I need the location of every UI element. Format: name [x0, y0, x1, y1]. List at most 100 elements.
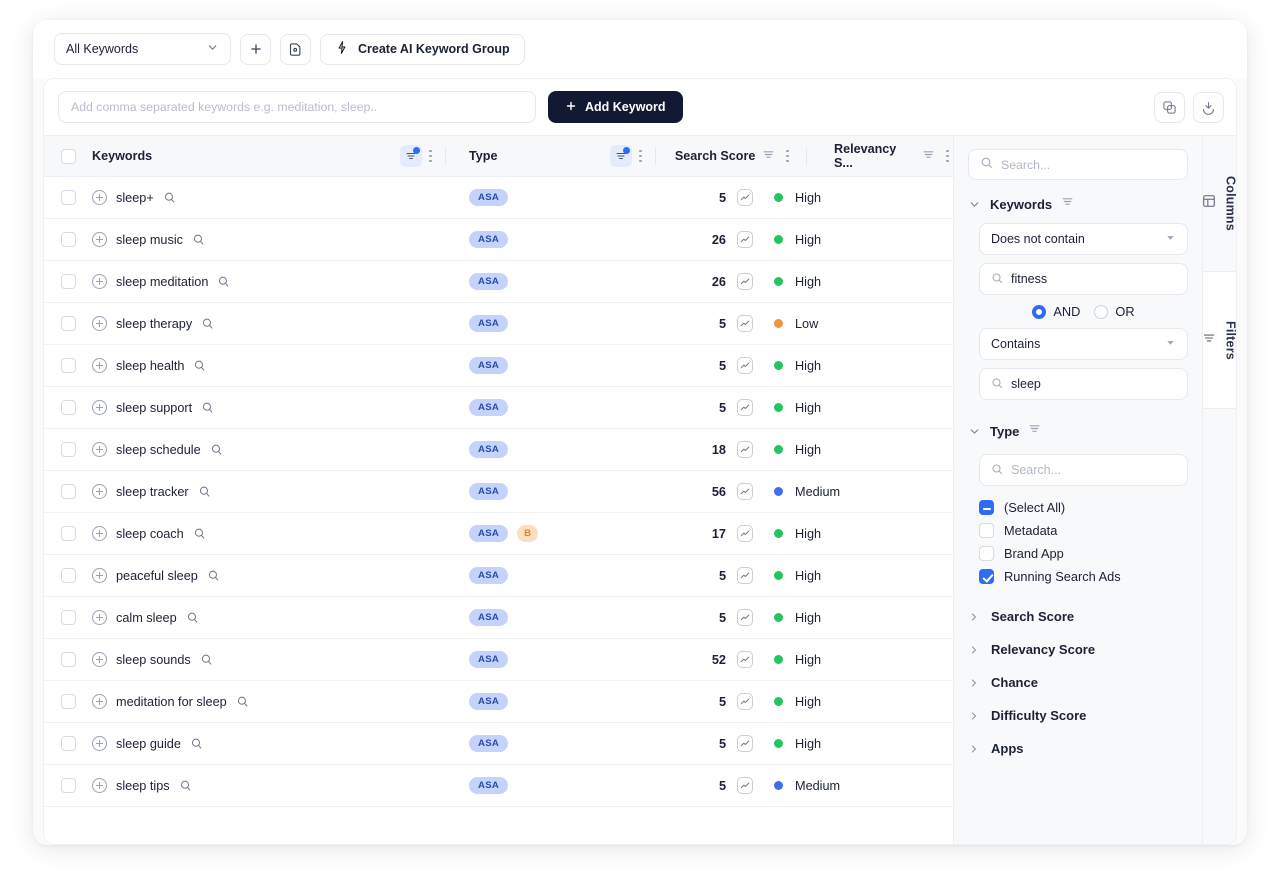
keyword-condition-1-select[interactable]: Does not contain — [979, 223, 1188, 255]
type-option-checkbox[interactable] — [979, 523, 994, 538]
trend-chart-icon[interactable] — [737, 231, 753, 248]
search-icon[interactable] — [217, 275, 230, 288]
trend-chart-icon[interactable] — [737, 609, 753, 626]
type-column-menu[interactable] — [635, 147, 646, 166]
trend-chart-icon[interactable] — [737, 273, 753, 290]
search-icon[interactable] — [207, 569, 220, 582]
filters-search-input[interactable] — [1001, 157, 1176, 172]
keyword-value-1-input[interactable]: fitness — [979, 263, 1188, 295]
type-section-filter-icon[interactable] — [1028, 422, 1041, 440]
collapsed-filter-section[interactable]: Difficulty Score — [954, 699, 1202, 732]
row-select-checkbox[interactable] — [60, 694, 76, 709]
select-all-rows-checkbox[interactable] — [60, 148, 76, 164]
export-icon-button[interactable] — [1193, 91, 1224, 123]
duplicate-icon-button[interactable] — [1154, 91, 1185, 123]
table-row[interactable]: sleep music ASA 26 High — [44, 219, 953, 261]
column-header-search-score[interactable]: Search Score — [675, 149, 756, 163]
keyword-group-select[interactable]: All Keywords — [54, 33, 231, 65]
search-icon[interactable] — [200, 653, 213, 666]
add-keyword-group-button[interactable] — [240, 33, 271, 65]
search-score-column-menu[interactable] — [782, 147, 793, 166]
keyword-entry-input[interactable] — [58, 91, 536, 123]
row-select-checkbox[interactable] — [60, 190, 76, 205]
operator-and-option[interactable]: AND — [1032, 304, 1080, 319]
column-header-keywords[interactable]: Keywords — [92, 136, 392, 176]
table-row[interactable]: sleep sounds ASA 52 High — [44, 639, 953, 681]
trend-chart-icon[interactable] — [737, 357, 753, 374]
search-icon[interactable] — [193, 527, 206, 540]
trend-chart-icon[interactable] — [737, 189, 753, 206]
trend-chart-icon[interactable] — [737, 777, 753, 794]
trend-chart-icon[interactable] — [737, 483, 753, 500]
table-row[interactable]: sleep+ ASA 5 High — [44, 177, 953, 219]
table-row[interactable]: sleep schedule ASA 18 High — [44, 429, 953, 471]
type-option-row[interactable]: Brand App — [979, 542, 1188, 565]
keyword-value-2-input[interactable]: sleep — [979, 368, 1188, 400]
relevancy-score-column-menu[interactable] — [942, 147, 953, 166]
type-option-row[interactable]: Metadata — [979, 519, 1188, 542]
collapsed-filter-section[interactable]: Apps — [954, 732, 1202, 765]
trend-chart-icon[interactable] — [737, 651, 753, 668]
add-keyword-row-icon[interactable] — [92, 316, 107, 331]
type-option-row[interactable]: Running Search Ads — [979, 565, 1188, 588]
search-icon[interactable] — [210, 443, 223, 456]
create-ai-keyword-group-button[interactable]: Create AI Keyword Group — [320, 33, 525, 65]
row-select-checkbox[interactable] — [60, 778, 76, 793]
row-select-checkbox[interactable] — [60, 232, 76, 247]
add-keyword-row-icon[interactable] — [92, 400, 107, 415]
filter-section-type-header[interactable]: Type — [954, 408, 1202, 446]
import-keywords-icon-button[interactable] — [280, 33, 311, 65]
trend-chart-icon[interactable] — [737, 315, 753, 332]
filter-section-keywords-header[interactable]: Keywords — [954, 186, 1202, 219]
keyword-condition-2-select[interactable]: Contains — [979, 328, 1188, 360]
row-select-checkbox[interactable] — [60, 526, 76, 541]
add-keyword-row-icon[interactable] — [92, 736, 107, 751]
type-option-checkbox[interactable] — [979, 500, 994, 515]
table-row[interactable]: sleep coach ASA B 17 High — [44, 513, 953, 555]
filters-search-box[interactable] — [968, 149, 1188, 180]
search-icon[interactable] — [192, 233, 205, 246]
add-keyword-row-icon[interactable] — [92, 652, 107, 667]
add-keyword-row-icon[interactable] — [92, 274, 107, 289]
type-search-box[interactable]: Search... — [979, 454, 1188, 486]
table-row[interactable]: meditation for sleep ASA 5 High — [44, 681, 953, 723]
table-row[interactable]: sleep tracker ASA 56 Medium — [44, 471, 953, 513]
collapsed-filter-section[interactable]: Chance — [954, 666, 1202, 699]
collapsed-filter-section[interactable]: Relevancy Score — [954, 633, 1202, 666]
table-row[interactable]: sleep meditation ASA 26 High — [44, 261, 953, 303]
operator-and-radio[interactable] — [1032, 304, 1047, 319]
table-row[interactable]: calm sleep ASA 5 High — [44, 597, 953, 639]
search-icon[interactable] — [179, 779, 192, 792]
type-filter-icon[interactable] — [610, 145, 633, 167]
trend-chart-icon[interactable] — [737, 399, 753, 416]
table-row[interactable]: sleep guide ASA 5 High — [44, 723, 953, 765]
search-icon[interactable] — [193, 359, 206, 372]
search-score-filter-icon[interactable] — [762, 148, 775, 164]
add-keyword-row-icon[interactable] — [92, 694, 107, 709]
search-icon[interactable] — [190, 737, 203, 750]
row-select-checkbox[interactable] — [60, 652, 76, 667]
add-keyword-row-icon[interactable] — [92, 358, 107, 373]
add-keyword-row-icon[interactable] — [92, 232, 107, 247]
row-select-checkbox[interactable] — [60, 484, 76, 499]
operator-or-option[interactable]: OR — [1094, 304, 1135, 319]
column-header-type[interactable]: Type — [452, 136, 602, 176]
add-keyword-row-icon[interactable] — [92, 778, 107, 793]
table-row[interactable]: sleep tips ASA 5 Medium — [44, 765, 953, 807]
table-row[interactable]: sleep health ASA 5 High — [44, 345, 953, 387]
keywords-column-menu[interactable] — [425, 147, 436, 166]
table-row[interactable]: sleep therapy ASA 5 Low — [44, 303, 953, 345]
search-icon[interactable] — [163, 191, 176, 204]
row-select-checkbox[interactable] — [60, 610, 76, 625]
relevancy-score-filter-icon[interactable] — [922, 148, 935, 164]
row-select-checkbox[interactable] — [60, 736, 76, 751]
table-row[interactable]: peaceful sleep ASA 5 High — [44, 555, 953, 597]
search-icon[interactable] — [236, 695, 249, 708]
type-option-checkbox[interactable] — [979, 569, 994, 584]
trend-chart-icon[interactable] — [737, 525, 753, 542]
keywords-filter-icon[interactable] — [400, 145, 423, 167]
add-keyword-button[interactable]: Add Keyword — [548, 91, 683, 123]
search-icon[interactable] — [186, 611, 199, 624]
search-icon[interactable] — [201, 401, 214, 414]
trend-chart-icon[interactable] — [737, 567, 753, 584]
